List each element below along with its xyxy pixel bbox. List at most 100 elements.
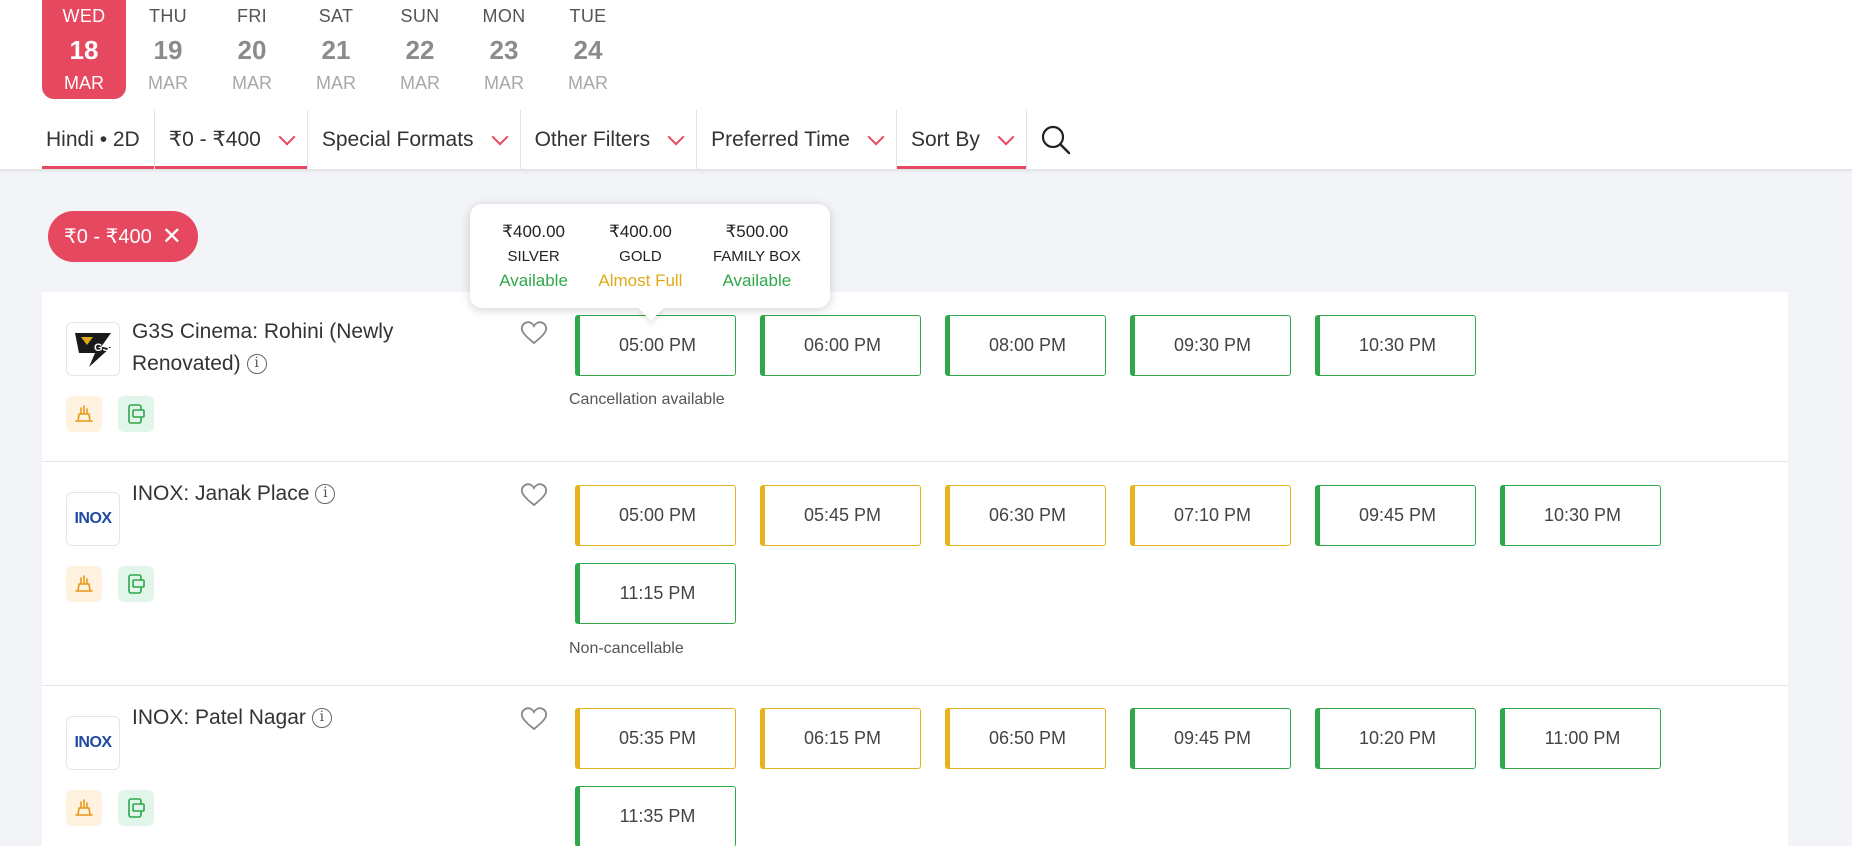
date-month: MAR (316, 72, 356, 93)
date-selector: WED 18 MAR THU 19 MAR FRI 20 MAR SAT 21 … (42, 0, 630, 99)
language-filter-label: Hindi • 2D (46, 127, 140, 151)
showtimes: 05:00 PM 05:45 PM 06:30 PM 07:10 PM 09:4… (575, 485, 1735, 624)
favorite-heart-icon[interactable] (520, 482, 548, 513)
showtime-button[interactable]: 08:00 PM (945, 315, 1106, 376)
inox-logo-text: INOX (74, 734, 112, 751)
showtime-button[interactable]: 09:45 PM (1315, 485, 1476, 546)
showtime-button[interactable]: 09:30 PM (1130, 315, 1291, 376)
preferred-time-filter[interactable]: Preferred Time (697, 110, 897, 169)
cancellation-note: Cancellation available (569, 391, 725, 408)
date-sat-21[interactable]: SAT 21 MAR (294, 0, 378, 99)
showtime-button[interactable]: 05:00 PM (575, 485, 736, 546)
close-icon[interactable]: ✕ (162, 224, 182, 249)
cinema-name-text: INOX: Janak Place (132, 482, 310, 505)
chevron-down-icon (867, 128, 885, 145)
inox-logo: INOX (66, 492, 120, 546)
showtime-button[interactable]: 11:00 PM (1500, 708, 1661, 769)
search-button[interactable] (1027, 110, 1085, 169)
date-fri-20[interactable]: FRI 20 MAR (210, 0, 294, 99)
date-day: MON (482, 5, 526, 26)
chevron-down-icon (491, 128, 509, 145)
food-beverage-icon (66, 566, 102, 602)
tooltip-price: ₹400.00 (502, 222, 565, 241)
cinema-name[interactable]: G3S Cinema: Rohini (Newly Renovated) i (132, 316, 462, 380)
inox-logo: INOX (66, 716, 120, 770)
language-filter[interactable]: Hindi • 2D (42, 110, 155, 169)
date-day: THU (149, 5, 187, 26)
amenities (66, 790, 154, 826)
tooltip-category: SILVER (507, 248, 560, 265)
date-number: 18 (69, 34, 99, 65)
showtime-button[interactable]: 05:45 PM (760, 485, 921, 546)
date-number: 19 (153, 34, 183, 65)
svg-text:GS: GS (94, 342, 110, 354)
tooltip-status: Available (499, 271, 568, 290)
date-month: MAR (148, 72, 188, 93)
amenities (66, 566, 154, 602)
showtime-button[interactable]: 11:35 PM (575, 786, 736, 846)
date-day: FRI (237, 5, 267, 26)
showtime-button[interactable]: 05:00 PM (575, 315, 736, 376)
date-thu-19[interactable]: THU 19 MAR (126, 0, 210, 99)
showtime-button[interactable]: 06:30 PM (945, 485, 1106, 546)
chevron-down-icon (278, 128, 296, 145)
date-month: MAR (64, 72, 104, 93)
cinema-name[interactable]: INOX: Janak Place i (132, 478, 462, 510)
showtime-button[interactable]: 05:35 PM (575, 708, 736, 769)
cinema-row-inox-patel-nagar: INOX INOX: Patel Nagar i 05:35 PM 06:15 P… (42, 686, 1788, 846)
cinema-row-inox-janak-place: INOX INOX: Janak Place i 05:00 PM 05:45 P… (42, 462, 1788, 686)
showtime-button[interactable]: 11:15 PM (575, 563, 736, 624)
sort-by-filter[interactable]: Sort By (896, 110, 1027, 169)
info-icon[interactable]: i (315, 484, 336, 505)
showtime-button[interactable]: 06:15 PM (760, 708, 921, 769)
showtime-button[interactable]: 10:20 PM (1315, 708, 1476, 769)
info-icon[interactable]: i (311, 708, 332, 729)
date-number: 23 (489, 34, 519, 65)
tooltip-price: ₹400.00 (609, 222, 672, 241)
mticket-icon (118, 396, 154, 432)
cancellation-note: Non-cancellable (569, 640, 684, 657)
mticket-icon (118, 790, 154, 826)
food-beverage-icon (66, 396, 102, 432)
date-month: MAR (232, 72, 272, 93)
cinema-name[interactable]: INOX: Patel Nagar i (132, 702, 462, 734)
food-beverage-icon (66, 790, 102, 826)
other-filters-filter[interactable]: Other Filters (521, 110, 698, 169)
filter-bar: Hindi • 2D ₹0 - ₹400 Special Formats Oth… (42, 110, 1085, 169)
cinema-name-text: INOX: Patel Nagar (132, 706, 306, 729)
showtime-button[interactable]: 09:45 PM (1130, 708, 1291, 769)
tooltip-category-gold: ₹400.00 GOLD Almost Full (598, 204, 682, 308)
showtime-button[interactable]: 10:30 PM (1500, 485, 1661, 546)
active-filter-chip[interactable]: ₹0 - ₹400 ✕ (48, 211, 198, 262)
chevron-down-icon (997, 128, 1015, 145)
search-icon (1041, 125, 1071, 154)
date-day: SAT (318, 5, 354, 26)
price-filter[interactable]: ₹0 - ₹400 (154, 110, 308, 169)
favorite-heart-icon[interactable] (520, 706, 548, 737)
special-formats-filter[interactable]: Special Formats (308, 110, 521, 169)
date-mon-23[interactable]: MON 23 MAR (462, 0, 546, 99)
showtime-button[interactable]: 06:50 PM (945, 708, 1106, 769)
tooltip-status: Almost Full (598, 271, 683, 290)
chevron-down-icon (667, 128, 685, 145)
date-day: SUN (400, 5, 440, 26)
showtime-button[interactable]: 10:30 PM (1315, 315, 1476, 376)
date-sun-22[interactable]: SUN 22 MAR (378, 0, 462, 99)
g3s-logo-mark: GS (75, 333, 111, 367)
date-number: 24 (573, 34, 603, 65)
favorite-heart-icon[interactable] (520, 320, 548, 351)
date-month: MAR (400, 72, 440, 93)
date-number: 22 (405, 34, 435, 65)
tooltip-category-family-box: ₹500.00 FAMILY BOX Available (713, 204, 801, 308)
date-day: TUE (569, 5, 607, 26)
showtime-button[interactable]: 06:00 PM (760, 315, 921, 376)
top-bar: WED 18 MAR THU 19 MAR FRI 20 MAR SAT 21 … (0, 0, 1852, 170)
preferred-time-label: Preferred Time (711, 127, 850, 151)
date-wed-18[interactable]: WED 18 MAR (42, 0, 126, 99)
date-tue-24[interactable]: TUE 24 MAR (546, 0, 630, 99)
info-icon[interactable]: i (246, 354, 267, 375)
showtime-button[interactable]: 07:10 PM (1130, 485, 1291, 546)
showtimes: 05:35 PM 06:15 PM 06:50 PM 09:45 PM 10:2… (575, 708, 1735, 846)
amenities (66, 396, 154, 432)
date-month: MAR (568, 72, 608, 93)
